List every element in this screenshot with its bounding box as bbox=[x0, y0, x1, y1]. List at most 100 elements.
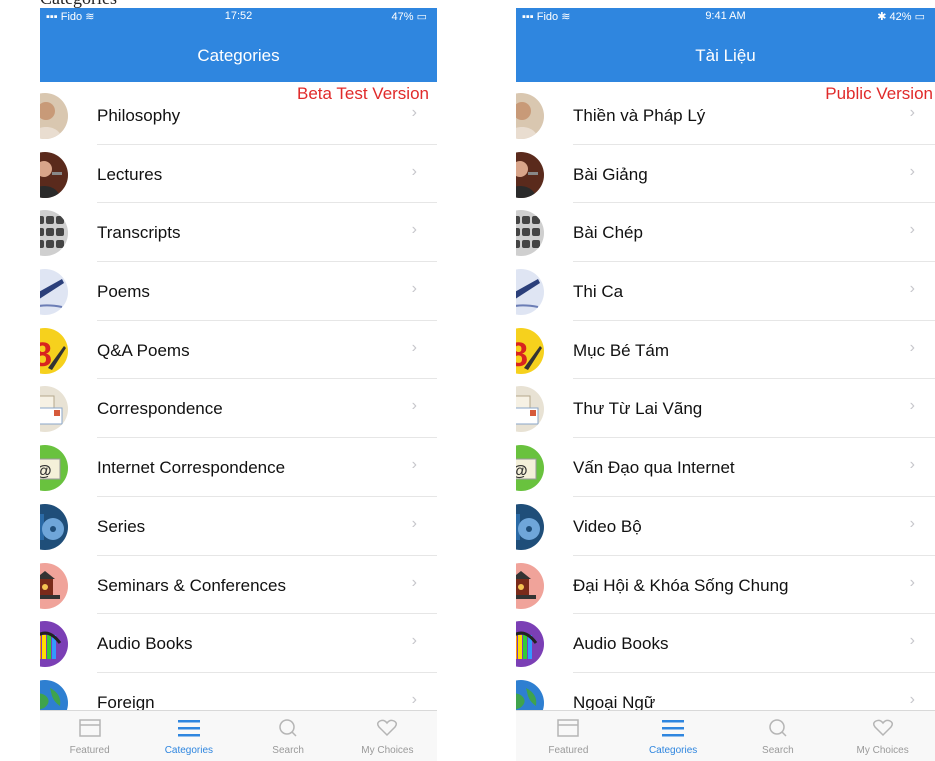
category-row[interactable]: Lectures › bbox=[40, 145, 437, 204]
category-label: Đại Hội & Khóa Sống Chung bbox=[573, 575, 789, 595]
status-bar: ▪▪▪ Fido ≋ 17:52 47% ▭ bbox=[40, 10, 437, 26]
category-row[interactable]: Audio Books › bbox=[40, 614, 437, 673]
chevron-right-icon: › bbox=[411, 456, 417, 474]
temple-icon bbox=[516, 562, 544, 609]
category-row[interactable]: Thiền và Pháp Lý › bbox=[516, 86, 935, 145]
chevron-right-icon: › bbox=[411, 280, 417, 298]
tab-label: Search bbox=[762, 745, 794, 756]
chevron-right-icon: › bbox=[909, 338, 915, 356]
featured-icon bbox=[557, 719, 580, 737]
tab-label: Featured bbox=[548, 745, 589, 756]
tab-featured[interactable]: Featured bbox=[40, 711, 139, 761]
chevron-right-icon: › bbox=[411, 690, 417, 708]
chevron-right-icon: › bbox=[909, 632, 915, 650]
category-label: Internet Correspondence bbox=[97, 458, 286, 478]
caption-text: Categories bbox=[40, 0, 117, 8]
category-list: Thiền và Pháp Lý › Bài Giảng › Bài Chép › Thi … bbox=[516, 86, 935, 732]
category-row[interactable]: Thi Ca › bbox=[516, 262, 935, 321]
fountain-pen-icon bbox=[516, 269, 544, 316]
tab-bar: Featured Categories Search My Choices bbox=[40, 710, 437, 761]
chevron-right-icon: › bbox=[411, 338, 417, 356]
letters-icon bbox=[516, 386, 544, 433]
category-label: Philosophy bbox=[97, 106, 181, 125]
category-label: Lectures bbox=[97, 164, 163, 184]
red-8-pen-icon: 8 bbox=[516, 327, 544, 374]
tab-categories[interactable]: Categories bbox=[621, 711, 726, 761]
svg-text:@: @ bbox=[516, 463, 528, 480]
category-row[interactable]: Audio Books › bbox=[516, 614, 935, 673]
category-row[interactable]: @ Vấn Đạo qua Internet › bbox=[516, 438, 935, 497]
tab-categories[interactable]: Categories bbox=[139, 711, 238, 761]
chevron-right-icon: › bbox=[411, 514, 417, 532]
chevron-right-icon: › bbox=[909, 162, 915, 180]
category-label: Bài Giảng bbox=[573, 164, 648, 184]
phone-screen-public: ▪▪▪ Fido ≋ 9:41 AM ✱ 42% ▭ Tài Liệu Publ… bbox=[516, 8, 935, 761]
tab-my-choices[interactable]: My Choices bbox=[830, 711, 935, 761]
category-label: Poems bbox=[97, 282, 150, 302]
category-row[interactable]: Poems › bbox=[40, 262, 437, 321]
dvd-icon bbox=[516, 503, 544, 550]
tab-search[interactable]: Search bbox=[726, 711, 831, 761]
tab-search[interactable]: Search bbox=[239, 711, 338, 761]
tab-label: Categories bbox=[648, 745, 698, 756]
search-icon bbox=[277, 719, 299, 737]
headphones-books-icon bbox=[516, 621, 544, 668]
category-label: Thi Ca bbox=[573, 282, 624, 302]
category-row[interactable]: 8 Mục Bé Tám › bbox=[516, 321, 935, 380]
category-row[interactable]: Seminars & Conferences › bbox=[40, 556, 437, 615]
email-at-icon: @ bbox=[516, 445, 544, 492]
tab-label: Categories bbox=[164, 745, 214, 756]
category-row[interactable]: Đại Hội & Khóa Sống Chung › bbox=[516, 556, 935, 615]
category-row[interactable]: Bài Chép › bbox=[516, 203, 935, 263]
category-row[interactable]: Transcripts › bbox=[40, 203, 437, 263]
category-row[interactable]: Correspondence › bbox=[40, 379, 437, 439]
battery-level: ✱ 42% ▭ bbox=[877, 11, 925, 23]
category-row[interactable]: 8 Q&A Poems › bbox=[40, 321, 437, 380]
tab-featured[interactable]: Featured bbox=[516, 711, 621, 761]
category-row[interactable]: Series › bbox=[40, 497, 437, 556]
category-label: Correspondence bbox=[97, 399, 223, 419]
page-title: Tài Liệu bbox=[695, 46, 756, 65]
chevron-right-icon: › bbox=[909, 456, 915, 474]
nav-header: ▪▪▪ Fido ≋ 17:52 47% ▭ Categories bbox=[40, 8, 437, 82]
category-row[interactable]: @ Internet Correspondence › bbox=[40, 438, 437, 497]
category-label: Mục Bé Tám bbox=[573, 340, 670, 360]
category-row[interactable]: Bài Giảng › bbox=[516, 145, 935, 204]
chevron-right-icon: › bbox=[411, 104, 417, 121]
email-at-icon: @ bbox=[40, 445, 68, 492]
tab-label: Featured bbox=[69, 745, 110, 756]
tab-bar: Featured Categories Search My Choices bbox=[516, 710, 935, 761]
category-label: Video Bộ bbox=[573, 516, 642, 536]
battery-icon: ▭ bbox=[914, 11, 925, 23]
chevron-right-icon: › bbox=[909, 397, 915, 415]
battery-icon: ▭ bbox=[416, 11, 427, 23]
tab-label: Search bbox=[272, 745, 304, 756]
category-label: Transcripts bbox=[97, 223, 181, 243]
heart-icon bbox=[872, 719, 894, 737]
category-list: Philosophy › Lectures › Transcripts › Poems › 8 Q… bbox=[40, 86, 437, 732]
category-row[interactable]: Philosophy › bbox=[40, 86, 437, 145]
chevron-right-icon: › bbox=[411, 397, 417, 415]
speaker-portrait-icon bbox=[516, 151, 544, 198]
chevron-right-icon: › bbox=[909, 221, 915, 239]
status-time: 9:41 AM bbox=[705, 10, 746, 22]
monk-portrait-icon bbox=[40, 93, 68, 139]
status-time: 17:52 bbox=[224, 10, 253, 22]
nav-header: ▪▪▪ Fido ≋ 9:41 AM ✱ 42% ▭ Tài Liệu bbox=[516, 8, 935, 82]
category-row[interactable]: Video Bộ › bbox=[516, 497, 935, 556]
monk-portrait-icon bbox=[516, 93, 544, 139]
category-row[interactable]: Thư Từ Lai Vãng › bbox=[516, 379, 935, 439]
temple-icon bbox=[40, 562, 68, 609]
featured-icon bbox=[78, 719, 101, 737]
fountain-pen-icon bbox=[40, 269, 68, 316]
dvd-icon bbox=[40, 503, 68, 550]
battery-level: 47% ▭ bbox=[391, 11, 428, 23]
category-label: Series bbox=[97, 516, 146, 536]
chevron-right-icon: › bbox=[411, 632, 417, 650]
category-label: Thư Từ Lai Vãng bbox=[573, 399, 703, 419]
chevron-right-icon: › bbox=[909, 280, 915, 298]
page-title: Categories bbox=[197, 46, 280, 65]
chevron-right-icon: › bbox=[909, 514, 915, 532]
chevron-right-icon: › bbox=[909, 573, 915, 591]
tab-my-choices[interactable]: My Choices bbox=[338, 711, 437, 761]
